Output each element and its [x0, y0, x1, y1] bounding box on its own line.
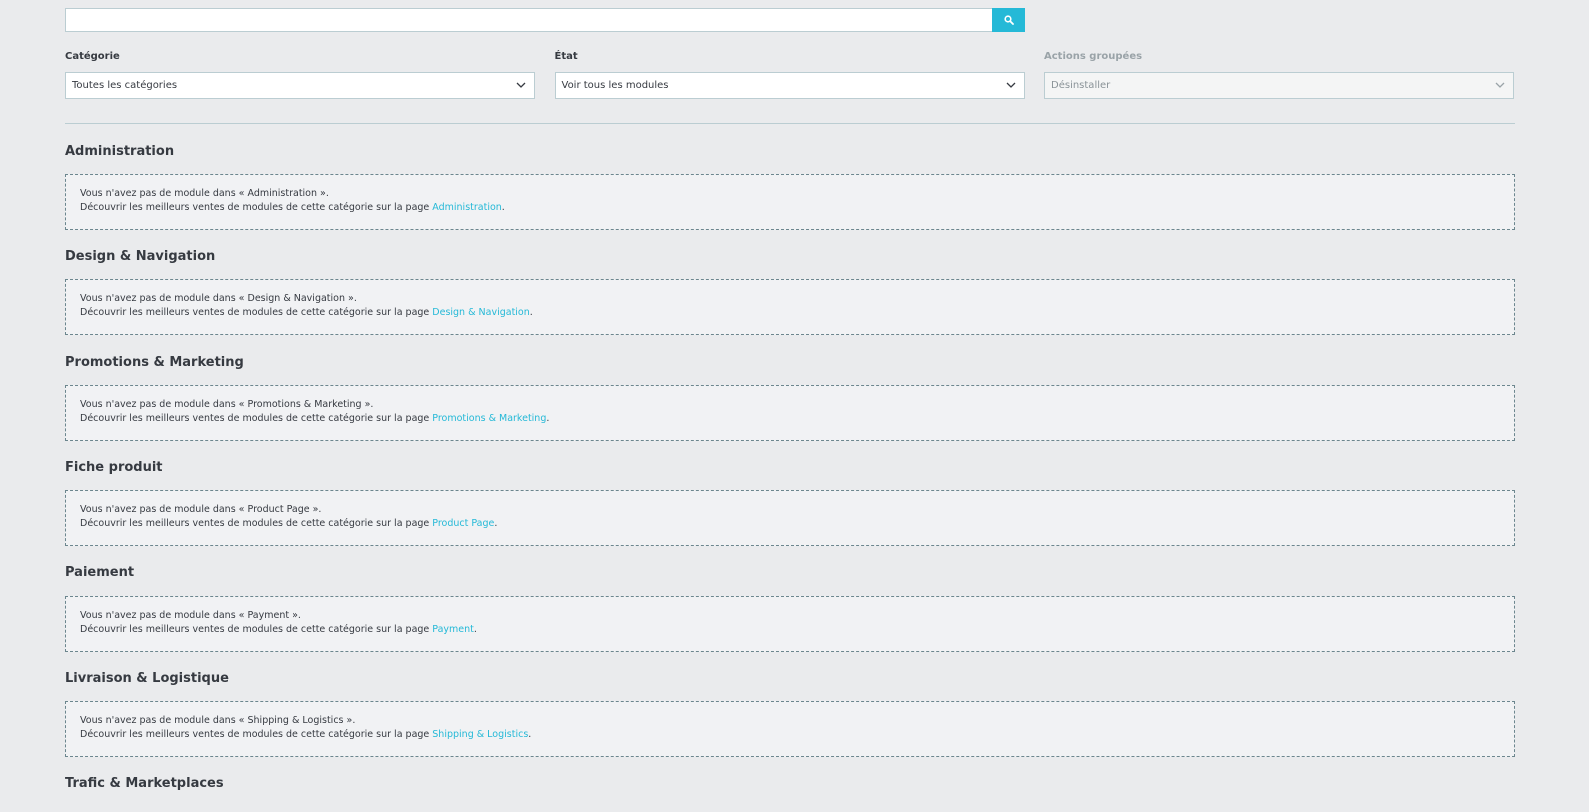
category-filter-label: Catégorie: [65, 51, 120, 62]
empty-category-notice: Vous n'avez pas de module dans « Adminis…: [65, 174, 1515, 230]
empty-notice-text: Vous n'avez pas de module dans « Promoti…: [80, 399, 374, 410]
bulk-actions-label: Actions groupées: [1044, 51, 1143, 62]
discover-text: Découvrir les meilleurs ventes de module…: [80, 518, 433, 529]
discover-text: Découvrir les meilleurs ventes de module…: [80, 307, 433, 318]
category-title-product-page: Fiche produit: [65, 460, 163, 475]
discover-text: Découvrir les meilleurs ventes de module…: [80, 413, 433, 424]
punctuation: .: [529, 307, 533, 318]
category-title-shipping-logistics: Livraison & Logistique: [65, 671, 229, 686]
empty-notice-discover: Découvrir les meilleurs ventes de module…: [80, 412, 549, 425]
state-select[interactable]: Voir tous les modules: [554, 72, 1025, 99]
category-page-link[interactable]: Promotions & Marketing: [432, 413, 546, 424]
punctuation: .: [528, 729, 532, 740]
empty-notice-text: Vous n'avez pas de module dans « Product…: [80, 504, 322, 515]
search-input[interactable]: [65, 8, 992, 32]
empty-notice-discover: Découvrir les meilleurs ventes de module…: [80, 201, 505, 214]
category-select[interactable]: Toutes les catégories: [65, 72, 535, 99]
category-title-payment: Paiement: [65, 565, 135, 580]
category-title-design-navigation: Design & Navigation: [65, 249, 216, 264]
bulk-actions-select-value: Désinstaller: [1051, 80, 1111, 91]
punctuation: .: [501, 202, 505, 213]
empty-notice-text: Vous n'avez pas de module dans « Adminis…: [80, 188, 329, 199]
state-filter-label: État: [554, 51, 578, 62]
category-filter: Catégorie Toutes les catégories: [65, 50, 535, 99]
category-title-promotions-marketing: Promotions & Marketing: [65, 355, 244, 370]
punctuation: .: [473, 624, 477, 635]
empty-category-notice: Vous n'avez pas de module dans « Promoti…: [65, 385, 1515, 441]
discover-text: Découvrir les meilleurs ventes de module…: [80, 729, 433, 740]
filters-divider: [65, 123, 1515, 124]
category-page-link[interactable]: Product Page: [432, 518, 494, 529]
bulk-actions-filter: Actions groupées Désinstaller: [1044, 50, 1514, 99]
category-select-value: Toutes les catégories: [72, 80, 178, 91]
category-page-link[interactable]: Administration: [432, 202, 502, 213]
search-icon: [1003, 15, 1014, 25]
category-title-administration: Administration: [65, 144, 175, 159]
discover-text: Découvrir les meilleurs ventes de module…: [80, 624, 433, 635]
bulk-actions-select: Désinstaller: [1044, 72, 1514, 99]
state-select-value: Voir tous les modules: [561, 80, 669, 91]
empty-notice-text: Vous n'avez pas de module dans « Design …: [80, 293, 357, 304]
search-button[interactable]: [992, 8, 1025, 32]
empty-notice-discover: Découvrir les meilleurs ventes de module…: [80, 517, 497, 530]
empty-notice-text: Vous n'avez pas de module dans « Shippin…: [80, 715, 356, 726]
chevron-down-icon: [516, 82, 526, 88]
empty-notice-text: Vous n'avez pas de module dans « Payment…: [80, 610, 301, 621]
filters-row: Catégorie Toutes les catégories État Voi…: [65, 50, 1514, 99]
punctuation: .: [494, 518, 498, 529]
category-page-link[interactable]: Design & Navigation: [432, 307, 530, 318]
chevron-down-icon: [1006, 82, 1015, 88]
discover-text: Découvrir les meilleurs ventes de module…: [80, 202, 433, 213]
punctuation: .: [546, 413, 550, 424]
state-filter: État Voir tous les modules: [554, 50, 1025, 99]
category-page-link[interactable]: Shipping & Logistics: [432, 729, 528, 740]
category-title-traffic-marketplaces: Trafic & Marketplaces: [65, 776, 224, 791]
empty-notice-discover: Découvrir les meilleurs ventes de module…: [80, 306, 533, 319]
empty-notice-discover: Découvrir les meilleurs ventes de module…: [80, 623, 477, 636]
search-bar: [65, 8, 1025, 32]
empty-notice-discover: Découvrir les meilleurs ventes de module…: [80, 728, 531, 741]
empty-category-notice: Vous n'avez pas de module dans « Shippin…: [65, 701, 1515, 757]
empty-category-notice: Vous n'avez pas de module dans « Design …: [65, 279, 1515, 335]
modules-page: Catégorie Toutes les catégories État Voi…: [0, 0, 1589, 812]
empty-category-notice: Vous n'avez pas de module dans « Payment…: [65, 596, 1515, 652]
empty-category-notice: Vous n'avez pas de module dans « Product…: [65, 490, 1515, 546]
chevron-down-icon: [1495, 82, 1505, 88]
category-page-link[interactable]: Payment: [432, 624, 474, 635]
